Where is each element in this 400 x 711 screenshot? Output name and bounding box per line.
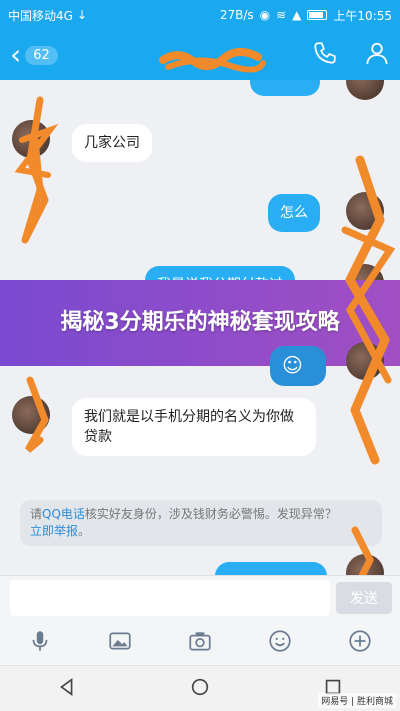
message-bubble: 几家公司	[72, 124, 152, 162]
message-bubble: 怎么	[268, 194, 320, 232]
camera-icon[interactable]	[187, 628, 213, 658]
article-banner: 揭秘3分期乐的神秘套现攻略	[0, 280, 400, 366]
back-chevron-icon: ‹	[10, 38, 22, 71]
clock: 上午10:55	[333, 8, 392, 23]
download-icon: ↓	[76, 8, 87, 22]
nav-back-icon[interactable]	[56, 676, 78, 702]
signal-icon: ▲	[292, 8, 302, 22]
avatar[interactable]	[346, 342, 384, 380]
status-bar: 中国移动4G ↓ 27B/s ◉ ≋ ▲ 上午10:55	[0, 0, 400, 30]
battery-icon	[307, 10, 328, 20]
chat-header: ‹ 62	[0, 30, 400, 80]
safety-notice: 请QQ电话核实好友身份，涉及钱财务必警惕。发现异常？ 立即举报。	[20, 500, 382, 546]
message-bubble: 我们就是以手机分期的名义为你做贷款	[72, 398, 316, 456]
avatar[interactable]	[12, 396, 50, 434]
chat-toolbar	[0, 620, 400, 665]
notice-body: 核实好友身份，涉及钱财务必警惕。发现异常？	[84, 507, 337, 521]
partial-bubble	[250, 80, 320, 96]
send-button[interactable]: 发送	[336, 582, 392, 614]
nav-home-icon[interactable]	[189, 676, 211, 702]
network-speed: 27B/s	[219, 8, 254, 22]
back-button[interactable]: ‹ 62	[10, 41, 58, 69]
avatar[interactable]	[12, 120, 50, 158]
message-input[interactable]	[10, 580, 330, 616]
input-bar: 发送	[0, 575, 400, 620]
microphone-icon[interactable]	[27, 628, 53, 658]
eye-icon: ◉	[259, 8, 271, 22]
phone-icon[interactable]	[312, 40, 338, 70]
unread-badge: 62	[25, 45, 58, 65]
avatar[interactable]	[346, 192, 384, 230]
chat-area[interactable]: 几家公司 怎么 我是说我分期付款过 揭秘3分期乐的神秘套现攻略 ☺ 我们就是以手…	[0, 80, 400, 580]
banner-title: 揭秘3分期乐的神秘套现攻略	[60, 310, 340, 335]
profile-icon[interactable]	[364, 40, 390, 70]
emoji-icon[interactable]	[267, 628, 293, 658]
notice-prefix: 请	[30, 507, 43, 521]
plus-icon[interactable]	[347, 628, 373, 658]
system-nav-bar: 网易号 | 胜利商城	[0, 665, 400, 711]
avatar[interactable]	[346, 80, 384, 100]
grinning-face-icon: ☺	[282, 353, 303, 377]
notice-suffix: 。	[78, 524, 91, 538]
redaction-scribble	[158, 48, 266, 73]
image-icon[interactable]	[107, 628, 133, 658]
watermark: 网易号 | 胜利商城	[318, 693, 396, 708]
emoji-bubble: ☺	[270, 346, 326, 386]
qq-call-link[interactable]: QQ电话	[42, 507, 85, 521]
wifi-icon: ≋	[276, 8, 287, 22]
carrier-label: 中国移动4G	[8, 8, 73, 23]
report-link[interactable]: 立即举报	[30, 524, 78, 538]
